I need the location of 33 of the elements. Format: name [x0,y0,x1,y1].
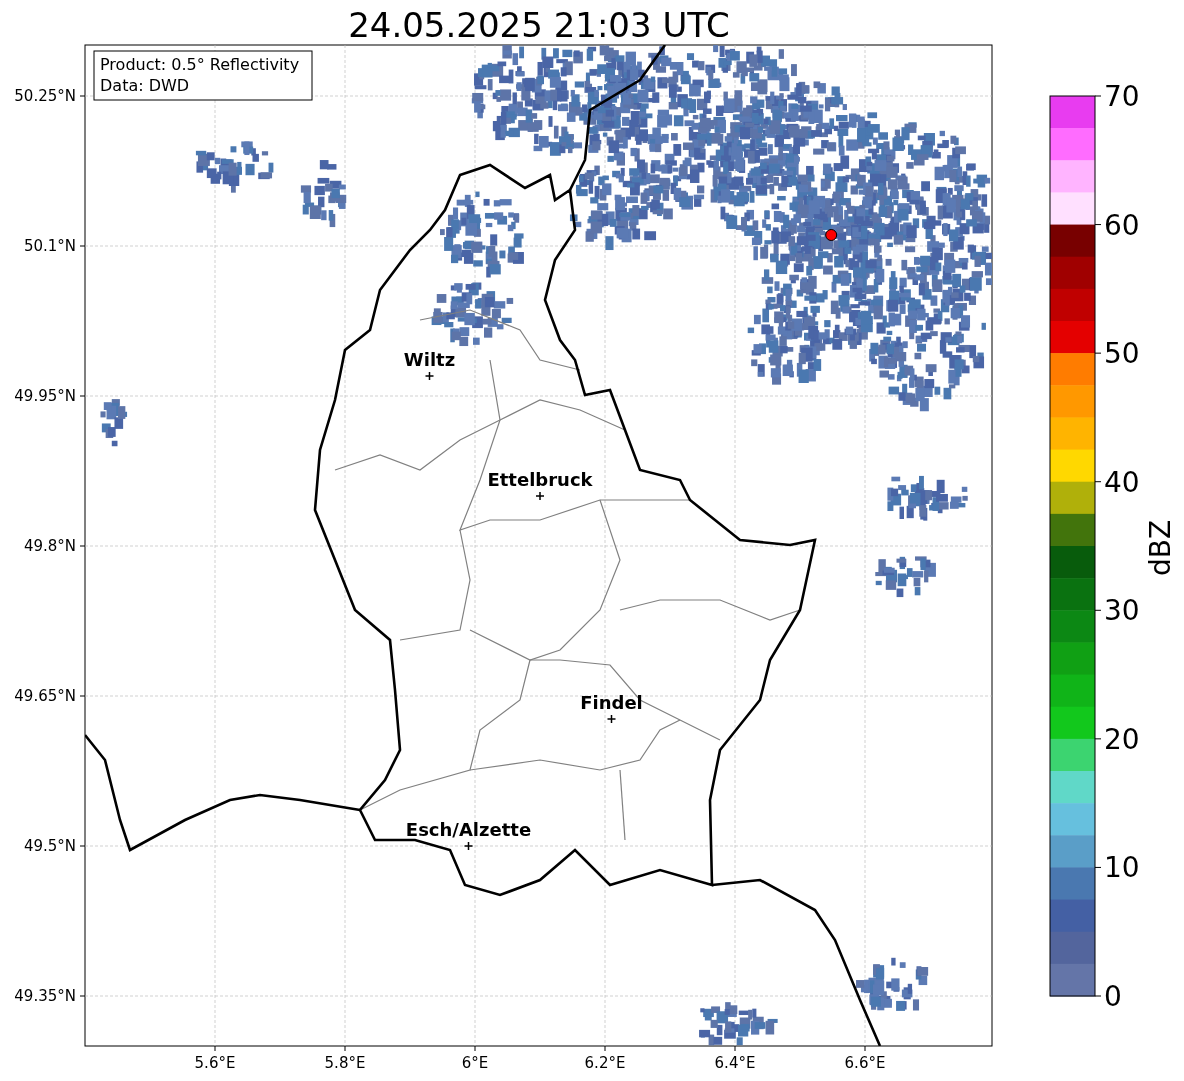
place-label: Wiltz [403,349,456,370]
place-marker-icon [606,714,617,724]
axis-tick-label: 6°E [461,1054,489,1072]
colorbar-tick-label: 20 [1104,722,1140,756]
info-text: Data: DWD [100,76,190,95]
place-label: Findel [580,692,643,713]
axis-tick-label: 49.8°N [23,537,76,555]
axis-tick-label: 5.8°E [324,1054,366,1072]
axis-tick-label: 6.6°E [844,1054,886,1072]
axis-tick-label: 5.6°E [194,1054,236,1072]
place-marker-icon [424,371,435,381]
colorbar-tick-label: 30 [1104,594,1140,628]
colorbar-label: dBZ [1144,519,1177,577]
place-marker-icon [535,491,545,501]
axis-tick-label: 49.5°N [23,837,76,855]
chart-title: 24.05.2025 21:03 UTC [348,5,730,45]
colorbar-tick-label: 60 [1104,208,1140,242]
axis-tick-label: 49.35°N [14,987,76,1005]
axis-tick-label: 49.95°N [14,387,76,405]
place-label: Ettelbruck [487,469,593,490]
info-text: Product: 0.5° Reflectivity [100,55,300,74]
axis-tick-label: 6.4°E [714,1054,756,1072]
place-marker-icon [463,841,474,851]
colorbar-tick-label: 10 [1104,851,1140,885]
axis-tick-label: 50.25°N [14,87,76,105]
axis-tick-label: 6.2°E [584,1054,626,1072]
colorbar-tick-label: 50 [1104,337,1140,371]
axis-tick-label: 49.65°N [14,687,76,705]
axis-tick-label: 50.1°N [23,237,76,255]
place-label: Esch/Alzette [405,819,532,840]
colorbar-tick-label: 70 [1104,80,1140,113]
colorbar-tick-label: 0 [1104,980,1122,1013]
colorbar-tick-label: 40 [1104,465,1140,499]
